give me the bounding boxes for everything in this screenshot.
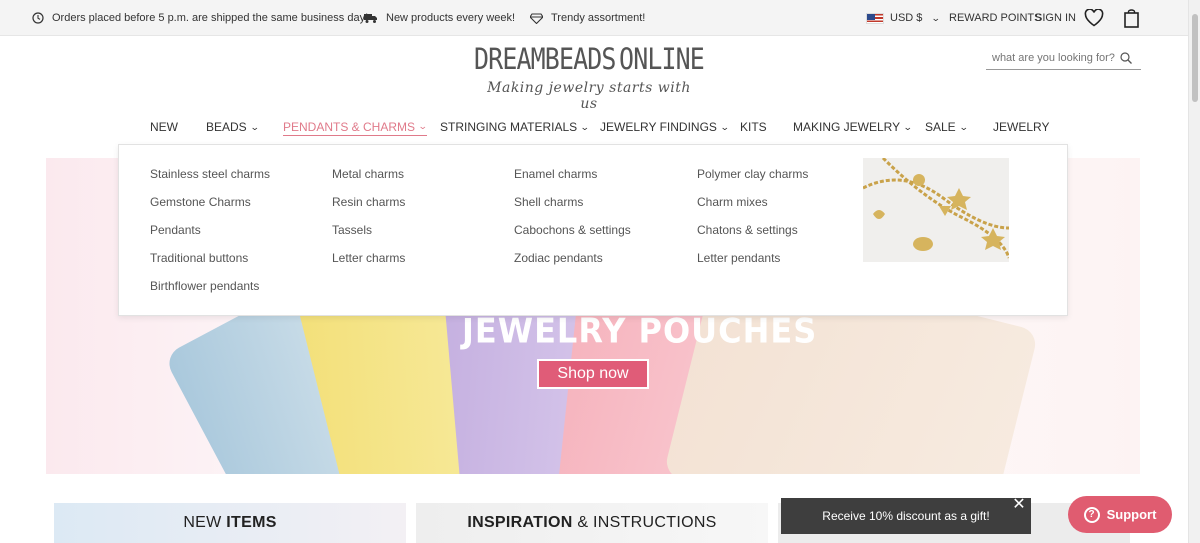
nav-item-making-jewelry[interactable]: MAKING JEWELRY ⌄ <box>793 118 913 136</box>
chevron-down-icon: ⌄ <box>417 121 428 131</box>
chevron-down-icon: ⌄ <box>903 121 913 132</box>
banner-title: JEWELRY POUCHES <box>462 311 818 351</box>
nav-label: PENDANTS & CHARMS <box>283 119 416 134</box>
nav-item-beads[interactable]: BEADS ⌄ <box>206 118 260 136</box>
nav-item-pendants-charms[interactable]: PENDANTS & CHARMS ⌄ <box>283 118 428 136</box>
nav-label: MAKING JEWELRY <box>793 120 901 134</box>
menu-link[interactable]: Tassels <box>332 223 372 237</box>
nav-label: KITS <box>740 120 767 134</box>
inspiration-tile[interactable]: INSPIRATION & INSTRUCTIONS <box>416 503 768 543</box>
pendants-charms-dropdown: Stainless steel charms Gemstone Charms P… <box>118 144 1068 316</box>
tile-label-bold: INSPIRATION <box>467 514 573 531</box>
nav-label: BEADS <box>206 120 247 134</box>
shipping-text: Orders placed before 5 p.m. are shipped … <box>52 12 369 24</box>
currency-selector[interactable]: USD $ ⌄ <box>866 0 942 36</box>
menu-link[interactable]: Traditional buttons <box>150 251 248 265</box>
reward-points-link[interactable]: REWARD POINTS <box>949 0 1042 36</box>
menu-link[interactable]: Stainless steel charms <box>150 167 270 181</box>
tile-label-bold: ITEMS <box>226 514 277 531</box>
assortment-info: Trendy assortment! <box>530 0 645 36</box>
top-info-bar: Orders placed before 5 p.m. are shipped … <box>0 0 1188 36</box>
new-products-info: New products every week! <box>364 0 515 36</box>
menu-link[interactable]: Enamel charms <box>514 167 597 181</box>
chevron-down-icon: ⌄ <box>580 121 590 132</box>
logo-wordmark: DREAMBEADS ONLINE <box>474 42 705 76</box>
chevron-down-icon: ⌄ <box>958 121 969 132</box>
logo-text-left: DREAMBEADS <box>474 42 616 76</box>
chevron-down-icon: ⌄ <box>931 12 942 23</box>
support-button[interactable]: ? Support <box>1068 496 1172 533</box>
us-flag-icon <box>866 12 884 24</box>
close-icon[interactable]: ✕ <box>1011 497 1027 513</box>
nav-item-stringing-materials[interactable]: STRINGING MATERIALS ⌄ <box>440 118 590 136</box>
menu-link[interactable]: Polymer clay charms <box>697 167 808 181</box>
support-label: Support <box>1106 507 1157 522</box>
nav-label: STRINGING MATERIALS <box>440 120 578 134</box>
currency-label: USD $ <box>890 12 923 24</box>
nav-item-jewelry-findings[interactable]: JEWELRY FINDINGS ⌄ <box>600 118 730 136</box>
charms-promo-image[interactable] <box>863 158 1009 262</box>
tile-label-part: NEW <box>183 514 227 531</box>
nav-item-new[interactable]: NEW <box>150 118 178 136</box>
menu-link[interactable]: Zodiac pendants <box>514 251 603 265</box>
new-items-tile[interactable]: NEW ITEMS <box>54 503 406 543</box>
new-products-text: New products every week! <box>386 12 515 24</box>
chevron-down-icon: ⌄ <box>249 121 260 132</box>
scrollbar-thumb[interactable] <box>1192 14 1198 102</box>
nav-label: JEWELRY <box>993 120 1050 134</box>
site-logo[interactable]: DREAMBEADS ONLINE Making jewelry starts … <box>474 42 705 112</box>
menu-link[interactable]: Pendants <box>150 223 201 237</box>
sign-in-link[interactable]: SIGN IN <box>1035 0 1076 36</box>
nav-label: SALE <box>925 120 956 134</box>
shipping-info: Orders placed before 5 p.m. are shipped … <box>32 0 368 36</box>
clock-icon <box>32 12 44 24</box>
menu-link[interactable]: Letter charms <box>332 251 405 265</box>
page-scrollbar[interactable] <box>1188 0 1200 543</box>
discount-toast[interactable]: Receive 10% discount as a gift! ✕ <box>781 497 1031 534</box>
menu-link[interactable]: Chatons & settings <box>697 223 798 237</box>
toast-text: Receive 10% discount as a gift! <box>822 509 990 523</box>
search-box[interactable] <box>986 46 1141 70</box>
logo-tagline: Making jewelry starts with us <box>487 80 691 112</box>
logo-text-right: ONLINE <box>619 42 705 76</box>
search-input[interactable] <box>986 51 1116 64</box>
menu-link[interactable]: Birthflower pendants <box>150 279 259 293</box>
menu-link[interactable]: Letter pendants <box>697 251 780 265</box>
gold-charm-bracelet-image <box>863 158 1009 259</box>
menu-link[interactable]: Shell charms <box>514 195 583 209</box>
wishlist-button[interactable] <box>1084 0 1104 36</box>
nav-item-sale[interactable]: SALE ⌄ <box>925 118 969 136</box>
nav-label: JEWELRY FINDINGS <box>600 120 717 134</box>
nav-item-kits[interactable]: KITS <box>740 118 767 136</box>
diamond-icon <box>530 12 543 24</box>
shop-now-button[interactable]: Shop now <box>537 359 649 389</box>
menu-link[interactable]: Metal charms <box>332 167 404 181</box>
nav-label: NEW <box>150 120 178 134</box>
assortment-text: Trendy assortment! <box>551 12 646 24</box>
heart-icon <box>1084 9 1104 27</box>
menu-link[interactable]: Resin charms <box>332 195 405 209</box>
menu-link[interactable]: Cabochons & settings <box>514 223 631 237</box>
truck-icon <box>364 13 377 23</box>
menu-link[interactable]: Charm mixes <box>697 195 768 209</box>
tile-label-part: & INSTRUCTIONS <box>572 514 717 531</box>
question-icon: ? <box>1083 506 1100 523</box>
shopping-bag-icon <box>1124 8 1139 28</box>
chevron-down-icon: ⌄ <box>719 121 730 132</box>
menu-link[interactable]: Gemstone Charms <box>150 195 251 209</box>
nav-item-jewelry[interactable]: JEWELRY <box>993 118 1049 136</box>
cart-button[interactable] <box>1124 0 1139 36</box>
search-icon[interactable] <box>1120 51 1132 64</box>
